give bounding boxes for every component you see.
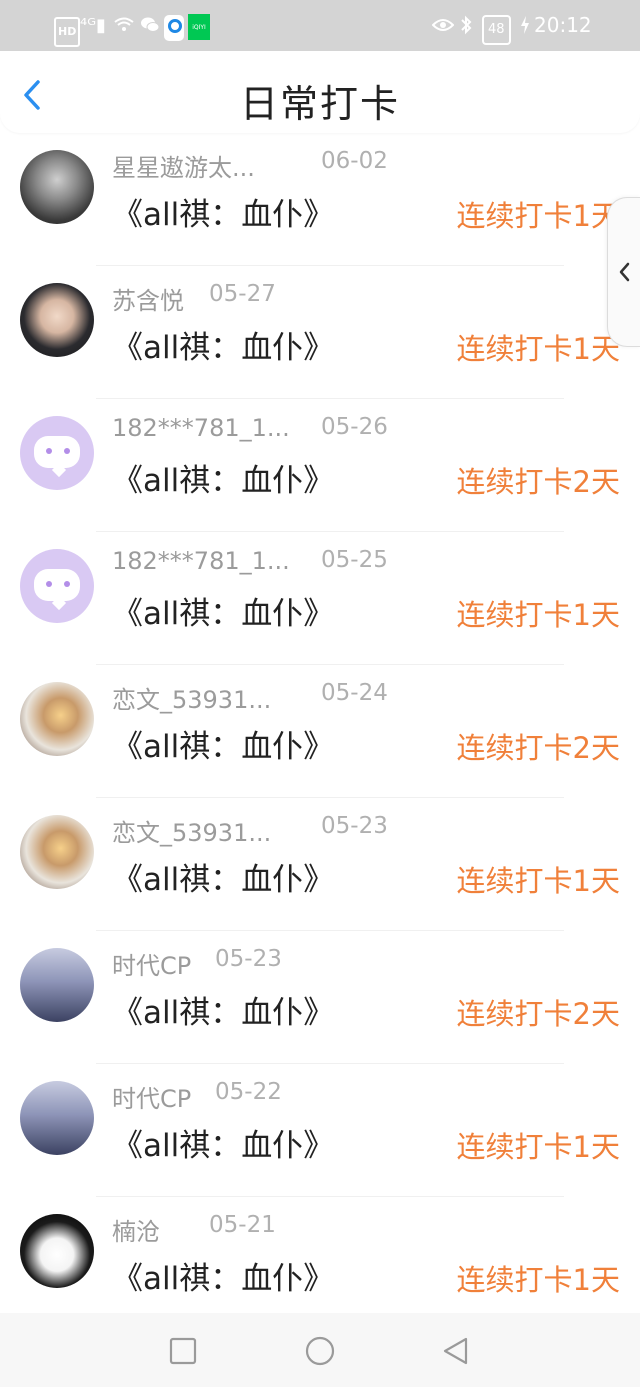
square-icon bbox=[169, 1337, 197, 1365]
streak-label: 连续打卡1天 bbox=[456, 332, 620, 366]
system-navigation-bar bbox=[0, 1313, 640, 1387]
avatar[interactable] bbox=[20, 948, 94, 1022]
checkin-row[interactable]: 时代CP 05-22 《all祺：血仆》 连续打卡1天 bbox=[0, 1064, 640, 1197]
checkin-date: 05-23 bbox=[215, 946, 282, 972]
checkin-date: 05-25 bbox=[321, 547, 388, 573]
streak-label: 连续打卡1天 bbox=[456, 864, 620, 898]
book-title: 《all祺：血仆》 bbox=[112, 729, 335, 765]
book-title: 《all祺：血仆》 bbox=[112, 995, 335, 1031]
checkin-row[interactable]: 恋文_53931... 05-23 《all祺：血仆》 连续打卡1天 bbox=[0, 798, 640, 931]
username[interactable]: 星星遨游太... bbox=[112, 148, 255, 183]
avatar[interactable] bbox=[20, 416, 94, 490]
avatar[interactable] bbox=[20, 815, 94, 889]
bluetooth-icon bbox=[460, 12, 472, 38]
checkin-date: 05-23 bbox=[321, 813, 388, 839]
chat-bubble-icon bbox=[34, 436, 80, 468]
book-title: 《all祺：血仆》 bbox=[112, 463, 335, 499]
username[interactable]: 恋文_53931... bbox=[112, 680, 271, 715]
app-notification-icon bbox=[164, 15, 184, 41]
charging-icon bbox=[520, 12, 530, 38]
username[interactable]: 恋文_53931... bbox=[112, 813, 271, 848]
avatar[interactable] bbox=[20, 150, 94, 224]
avatar[interactable] bbox=[20, 1081, 94, 1155]
book-title: 《all祺：血仆》 bbox=[112, 330, 335, 366]
eye-comfort-icon bbox=[432, 12, 454, 38]
checkin-date: 06-02 bbox=[321, 148, 388, 174]
signal-icon: ⁴ᴳ▮ bbox=[80, 14, 106, 36]
checkin-date: 05-24 bbox=[321, 680, 388, 706]
battery-icon: 48 bbox=[482, 15, 511, 45]
checkin-date: 05-27 bbox=[209, 281, 276, 307]
avatar[interactable] bbox=[20, 283, 94, 357]
checkin-date: 05-21 bbox=[209, 1212, 276, 1238]
streak-label: 连续打卡2天 bbox=[456, 997, 620, 1031]
checkin-row[interactable]: 恋文_53931... 05-24 《all祺：血仆》 连续打卡2天 bbox=[0, 665, 640, 798]
wechat-icon bbox=[140, 12, 160, 38]
home-button[interactable] bbox=[304, 1335, 336, 1367]
streak-label: 连续打卡1天 bbox=[456, 199, 620, 233]
page-title: 日常打卡 bbox=[239, 82, 400, 126]
chevron-left-icon bbox=[619, 262, 630, 282]
streak-label: 连续打卡2天 bbox=[456, 731, 620, 765]
daily-checkin-page: HD ⁴ᴳ▮ iQIYI 48 20:12 日常打卡 星星遨游太... 06-0… bbox=[0, 0, 640, 1387]
avatar[interactable] bbox=[20, 682, 94, 756]
checkin-row[interactable]: 楠沧 05-21 《all祺：血仆》 连续打卡1天 bbox=[0, 1197, 640, 1313]
streak-label: 连续打卡1天 bbox=[456, 1130, 620, 1164]
checkin-row[interactable]: 182***781_1... 05-25 《all祺：血仆》 连续打卡1天 bbox=[0, 532, 640, 665]
side-drawer-handle[interactable] bbox=[607, 197, 640, 347]
streak-label: 连续打卡1天 bbox=[456, 1263, 620, 1297]
status-bar: HD ⁴ᴳ▮ iQIYI 48 20:12 bbox=[0, 0, 640, 51]
system-back-button[interactable] bbox=[440, 1335, 472, 1367]
streak-label: 连续打卡2天 bbox=[456, 465, 620, 499]
recent-apps-button[interactable] bbox=[167, 1335, 199, 1367]
username[interactable]: 苏含悦 bbox=[112, 281, 184, 316]
checkin-date: 05-22 bbox=[215, 1079, 282, 1105]
book-title: 《all祺：血仆》 bbox=[112, 1261, 335, 1297]
checkin-row[interactable]: 星星遨游太... 06-02 《all祺：血仆》 连续打卡1天 bbox=[0, 133, 640, 266]
iqiyi-icon: iQIYI bbox=[188, 14, 210, 40]
clock: 20:12 bbox=[534, 13, 592, 37]
circle-icon bbox=[305, 1336, 335, 1366]
username[interactable]: 时代CP bbox=[112, 1079, 191, 1114]
checkin-list: 星星遨游太... 06-02 《all祺：血仆》 连续打卡1天 苏含悦 05-27 《all… bbox=[0, 133, 640, 1313]
username[interactable]: 时代CP bbox=[112, 946, 191, 981]
username[interactable]: 182***781_1... bbox=[112, 414, 290, 442]
avatar[interactable] bbox=[20, 1214, 94, 1288]
book-title: 《all祺：血仆》 bbox=[112, 596, 335, 632]
book-title: 《all祺：血仆》 bbox=[112, 197, 335, 233]
triangle-back-icon bbox=[443, 1337, 468, 1365]
checkin-row[interactable]: 苏含悦 05-27 《all祺：血仆》 连续打卡1天 bbox=[0, 266, 640, 399]
checkin-row[interactable]: 182***781_1... 05-26 《all祺：血仆》 连续打卡2天 bbox=[0, 399, 640, 532]
book-title: 《all祺：血仆》 bbox=[112, 862, 335, 898]
checkin-date: 05-26 bbox=[321, 414, 388, 440]
chat-bubble-icon bbox=[34, 569, 80, 601]
streak-label: 连续打卡1天 bbox=[456, 598, 620, 632]
wifi-icon bbox=[114, 12, 134, 38]
checkin-row[interactable]: 时代CP 05-23 《all祺：血仆》 连续打卡2天 bbox=[0, 931, 640, 1064]
header-bar: 日常打卡 bbox=[0, 51, 640, 133]
hd-indicator: HD bbox=[54, 17, 81, 47]
avatar[interactable] bbox=[20, 549, 94, 623]
username[interactable]: 楠沧 bbox=[112, 1212, 160, 1247]
book-title: 《all祺：血仆》 bbox=[112, 1128, 335, 1164]
username[interactable]: 182***781_1... bbox=[112, 547, 290, 575]
